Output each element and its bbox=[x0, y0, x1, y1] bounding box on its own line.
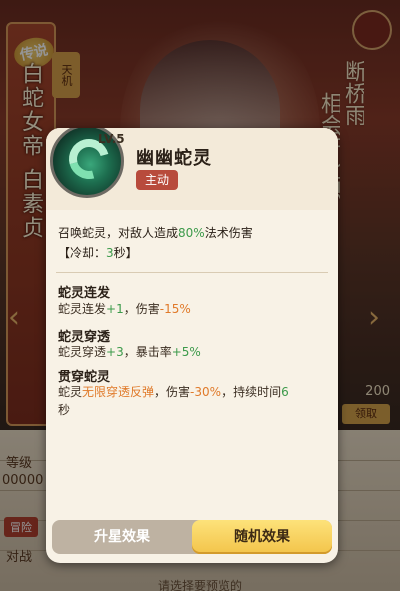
description-suffix: 法术伤害 bbox=[204, 226, 253, 240]
effect-value: +5% bbox=[171, 345, 201, 359]
cooldown-value: 3 bbox=[106, 246, 114, 260]
cooldown-prefix: 【冷却： bbox=[58, 246, 107, 260]
effect-description: 蛇灵无限穿透反弹，伤害-30%，持续时间6 秒 bbox=[58, 383, 330, 419]
skill-cooldown: 【冷却：3秒】 bbox=[58, 244, 328, 262]
effect-value: 无限穿透反弹 bbox=[82, 385, 155, 399]
effect-text: ，伤害 bbox=[154, 385, 191, 399]
cooldown-suffix: 秒】 bbox=[113, 246, 138, 260]
effect-text: 秒 bbox=[58, 403, 71, 417]
effect-description: 蛇灵连发+1，伤害-15% bbox=[58, 300, 330, 318]
tab-random-effect[interactable]: 随机效果 bbox=[192, 520, 332, 554]
effect-description: 蛇灵穿透+3，暴击率+5% bbox=[58, 343, 330, 361]
effect-title: 蛇灵连发 bbox=[58, 286, 111, 301]
effect-value: -30% bbox=[190, 385, 222, 399]
skill-description: 召唤蛇灵，对敌人造成80%法术伤害 bbox=[58, 224, 328, 242]
divider bbox=[56, 272, 328, 273]
skill-detail-popup: LV.5 幽幽蛇灵 主动 召唤蛇灵，对敌人造成80%法术伤害 【冷却：3秒】 蛇… bbox=[46, 128, 338, 563]
effect-value: +1 bbox=[106, 302, 124, 316]
skill-level: LV.5 bbox=[98, 132, 125, 146]
description-text: 召唤蛇灵，对敌人造成 bbox=[58, 226, 179, 240]
damage-percent: 80% bbox=[178, 226, 205, 240]
effect-value: -15% bbox=[159, 302, 191, 316]
effect-tabs: 升星效果 随机效果 bbox=[52, 520, 332, 554]
effect-text: 蛇灵连发 bbox=[58, 302, 107, 316]
effect-text: ，暴击率 bbox=[123, 345, 172, 359]
effect-text: ，持续时间 bbox=[221, 385, 282, 399]
popup-header: LV.5 幽幽蛇灵 主动 bbox=[46, 128, 338, 210]
effect-value: 6 bbox=[281, 385, 289, 399]
tab-star-effect[interactable]: 升星效果 bbox=[52, 520, 192, 554]
skill-type-badge: 主动 bbox=[136, 170, 178, 190]
skill-name: 幽幽蛇灵 bbox=[136, 148, 212, 169]
effect-text: 蛇灵穿透 bbox=[58, 345, 107, 359]
effect-text: ，伤害 bbox=[123, 302, 160, 316]
effect-text: 蛇灵 bbox=[58, 385, 83, 399]
effect-value: +3 bbox=[106, 345, 124, 359]
